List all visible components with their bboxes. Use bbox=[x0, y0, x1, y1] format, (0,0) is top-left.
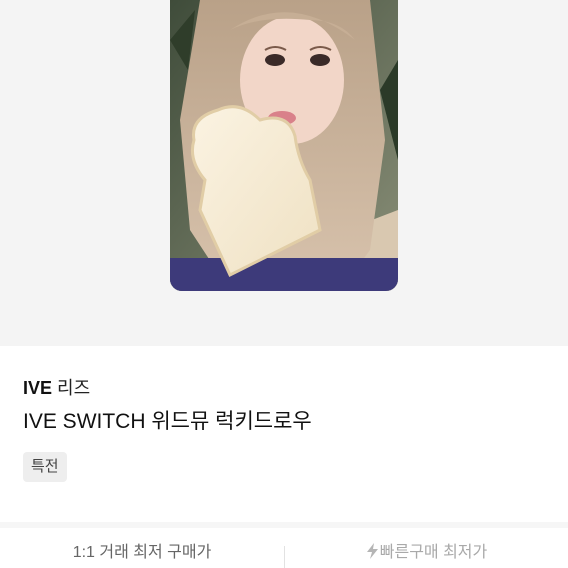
quick-buy-lowest-price-label: 빠른구매 최저가 bbox=[379, 544, 488, 561]
lowest-price-1to1-button[interactable]: 1:1 거래 최저 구매가 bbox=[0, 540, 284, 568]
brand-line[interactable]: IVE 리즈 bbox=[23, 377, 90, 399]
bottom-action-bar: 1:1 거래 최저 구매가 빠른구매 최저가 bbox=[0, 528, 568, 568]
tag-badge[interactable]: 특전 bbox=[23, 452, 67, 482]
brand-name[interactable]: IVE bbox=[23, 378, 52, 398]
lowest-price-1to1-label: 1:1 거래 최저 구매가 bbox=[72, 544, 212, 561]
photocard-illustration bbox=[170, 0, 398, 291]
member-name[interactable]: 리즈 bbox=[57, 378, 90, 398]
product-info: IVE 리즈 IVE SWITCH 위드뮤 럭키드로우 특전 bbox=[0, 346, 568, 522]
product-image-area[interactable] bbox=[0, 0, 568, 346]
quick-buy-lowest-price-button[interactable]: 빠른구매 최저가 bbox=[286, 540, 568, 568]
product-page: IVE 리즈 IVE SWITCH 위드뮤 럭키드로우 특전 1:1 거래 최저 … bbox=[0, 0, 568, 568]
photocard-image[interactable] bbox=[170, 0, 398, 291]
bottom-bar-separator bbox=[284, 546, 285, 568]
product-title: IVE SWITCH 위드뮤 럭키드로우 bbox=[23, 410, 312, 433]
lightning-bolt-icon bbox=[366, 543, 378, 559]
